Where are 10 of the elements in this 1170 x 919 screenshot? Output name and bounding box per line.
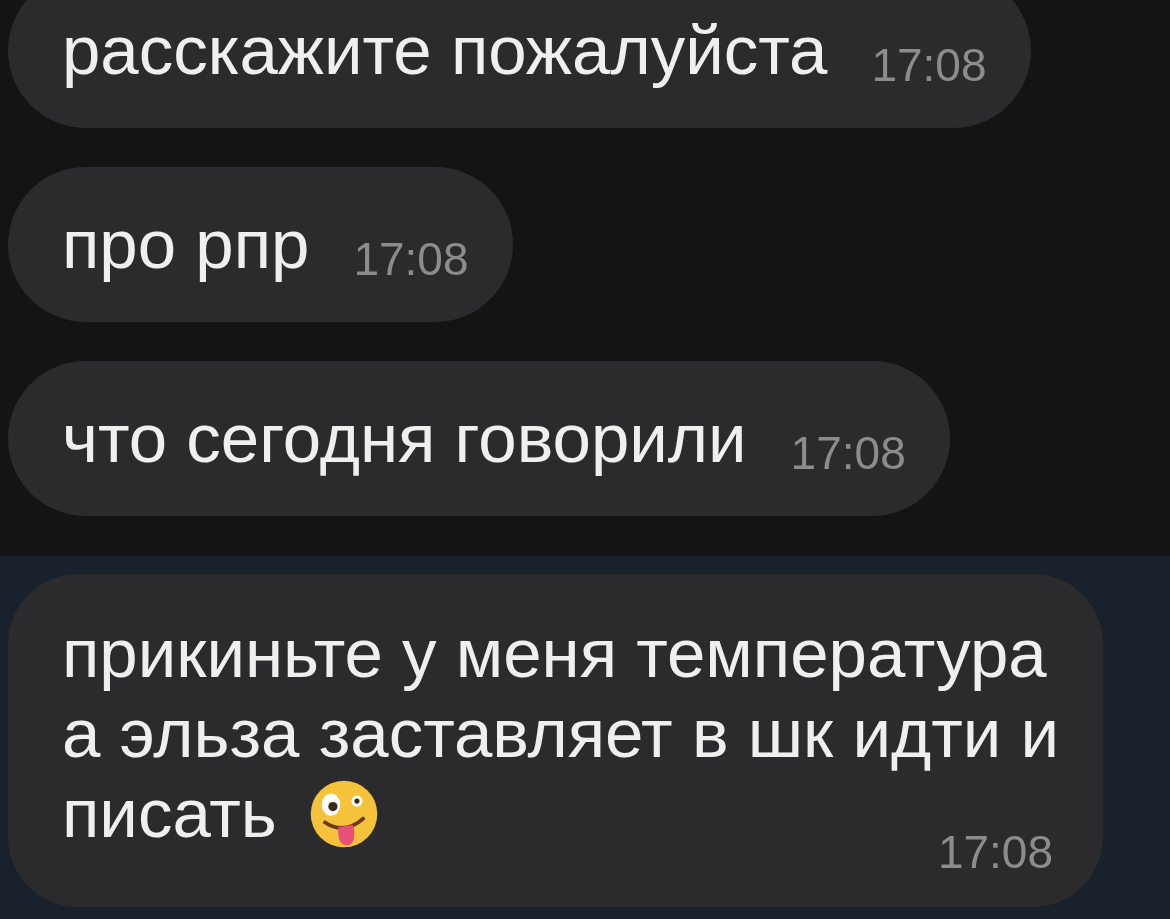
message-time: 17:08 [353,231,469,286]
message-time: 17:08 [937,825,1053,879]
message-text: про рпр [62,204,310,285]
message-text: писать [62,774,277,854]
message-text: а эльза заставляет в шк идти и [62,694,1060,774]
message-time: 17:08 [790,425,906,480]
message-time: 17:08 [871,37,987,92]
message-text: расскажите пожалуйста [62,10,828,91]
message-text: что сегодня говорили [62,398,747,479]
message-text: прикиньте у меня температура [62,614,1047,694]
